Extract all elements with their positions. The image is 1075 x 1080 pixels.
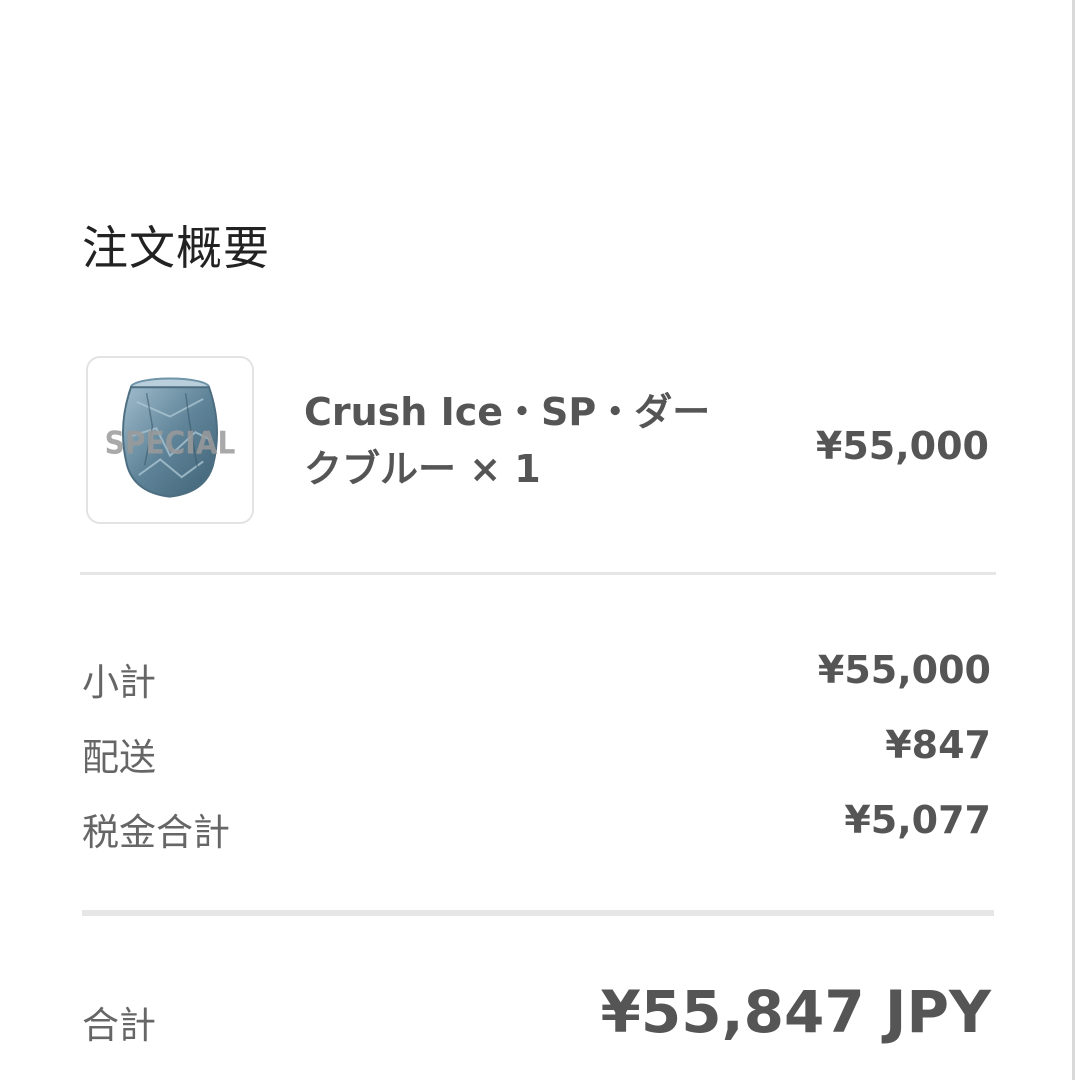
- shipping-label: 配送: [82, 736, 156, 779]
- section-divider: [80, 572, 996, 575]
- subtotal-value: ¥55,000: [817, 648, 991, 692]
- shipping-value: ¥847: [885, 723, 991, 767]
- special-watermark: SPECIAL: [105, 426, 236, 462]
- product-name-line2: クブルー × 1: [304, 447, 541, 491]
- product-name: Crush Ice・SP・ダー クブルー × 1: [304, 384, 744, 498]
- total-value: ¥55,847 JPY: [600, 978, 991, 1046]
- tax-total-value: ¥5,077: [844, 798, 991, 842]
- product-thumbnail[interactable]: SPECIAL: [86, 356, 254, 524]
- total-divider: [82, 910, 994, 916]
- order-summary-title: 注文概要: [82, 221, 270, 275]
- product-price: ¥55,000: [815, 424, 989, 468]
- subtotal-label: 小計: [82, 661, 156, 704]
- product-name-line1: Crush Ice・SP・ダー: [304, 390, 711, 434]
- total-label: 合計: [82, 1004, 156, 1047]
- product-glass-icon: SPECIAL: [105, 377, 236, 498]
- tax-total-label: 税金合計: [82, 811, 230, 854]
